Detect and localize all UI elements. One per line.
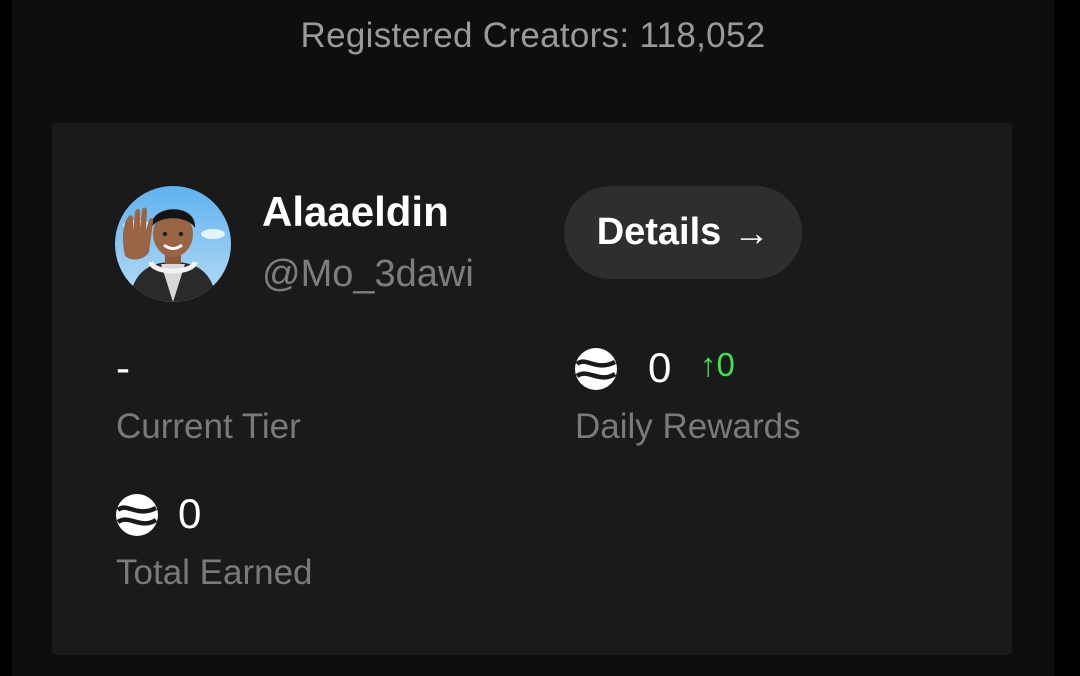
creator-handle: @Mo_3dawi bbox=[262, 253, 474, 295]
details-button-label: Details bbox=[596, 211, 722, 253]
page: Registered Creators: 118,052 Alaaeldin @… bbox=[0, 0, 1080, 676]
current-tier-value: - bbox=[116, 344, 130, 391]
avatar[interactable] bbox=[115, 186, 231, 302]
user-avatar-icon bbox=[115, 186, 231, 302]
token-coin-icon bbox=[575, 348, 617, 390]
total-earned-label: Total Earned bbox=[116, 553, 313, 592]
details-button[interactable]: Details → bbox=[564, 186, 802, 279]
token-coin-icon bbox=[116, 494, 158, 536]
current-tier-label: Current Tier bbox=[116, 407, 301, 446]
creator-name: Alaaeldin bbox=[262, 188, 449, 235]
daily-rewards-delta: ↑0 bbox=[700, 346, 735, 383]
registered-creators-count: Registered Creators: 118,052 bbox=[300, 16, 766, 55]
daily-rewards-label: Daily Rewards bbox=[575, 407, 801, 446]
arrow-right-icon: → bbox=[733, 211, 770, 253]
total-earned-value: 0 bbox=[178, 490, 202, 537]
daily-rewards-value: 0 bbox=[648, 344, 672, 391]
